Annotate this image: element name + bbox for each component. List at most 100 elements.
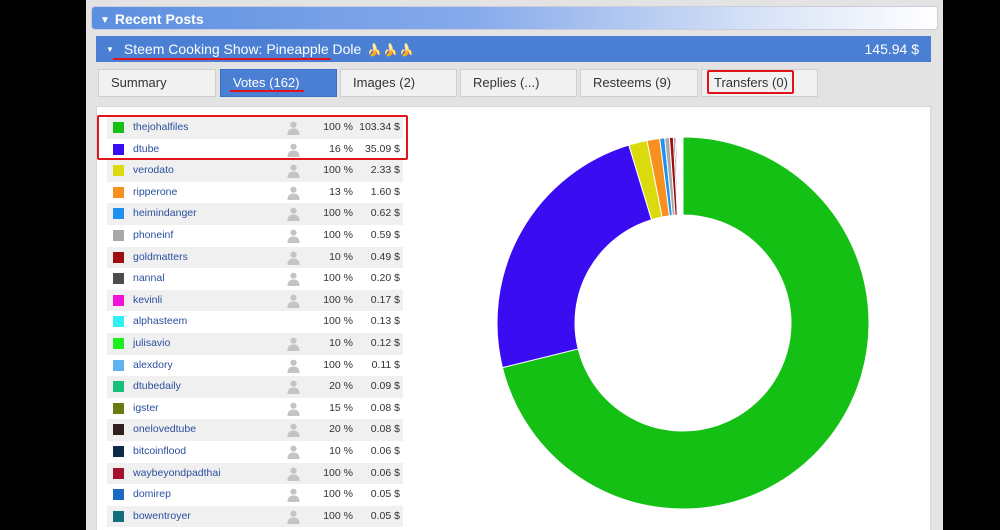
voter-name-link[interactable]: goldmatters [133,247,188,269]
voter-name-link[interactable]: alphasteem [133,311,187,333]
voter-name-link[interactable]: bitcoinflood [133,441,186,463]
vote-value: 0.59 $ [370,228,400,241]
donut-slice-dtube[interactable] [496,144,653,369]
avatar-icon[interactable] [286,271,301,287]
avatar-icon[interactable] [286,336,301,351]
avatar-icon[interactable] [286,358,301,373]
color-swatch [113,208,124,220]
vote-value: 0.05 $ [370,488,400,501]
avatar-icon[interactable] [286,466,301,481]
vote-percent: 10 % [329,250,353,263]
vote-percent: 10 % [329,336,353,349]
voter-row: dtubedaily 20 % 0.09 $ [107,376,403,398]
vote-value: 0.09 $ [370,380,400,393]
vote-percent: 100 % [323,358,353,371]
vote-value: 0.13 $ [370,315,400,328]
voter-row: alphasteem 100 % 0.13 $ [107,311,403,333]
vote-percent: 100 % [323,228,353,241]
avatar-icon[interactable] [286,163,301,179]
voter-row: onelovedtube 20 % 0.08 $ [107,419,403,441]
vote-percent: 10 % [329,444,353,457]
voter-name-link[interactable]: bowentroyer [133,506,191,528]
vote-value: 0.62 $ [370,207,400,220]
vote-percent: 20 % [329,423,353,436]
voter-row: alexdory 100 % 0.11 $ [107,355,403,377]
voter-row: igster 15 % 0.08 $ [107,398,403,420]
color-swatch [113,381,124,393]
color-swatch [113,186,124,198]
voter-name-link[interactable]: waybeyondpadthai [133,463,221,485]
post-title[interactable]: Steem Cooking Show: Pineapple Dole [124,41,361,57]
avatar-icon[interactable] [286,250,301,265]
vote-percent: 100 % [323,272,353,285]
voter-row: domirep 100 % 0.05 $ [107,484,403,506]
voter-row: nannal 100 % 0.20 $ [107,268,403,290]
tab-images[interactable]: Images (2) [340,69,457,97]
annotation-box-transfers [707,70,794,94]
voter-name-link[interactable]: domirep [133,484,171,506]
color-swatch [113,424,124,436]
voter-row: julisavio 10 % 0.12 $ [107,332,403,355]
avatar-icon[interactable] [286,444,301,459]
tab-summary[interactable]: Summary [98,69,216,97]
voter-name-link[interactable]: phoneinf [133,225,173,247]
avatar-icon[interactable] [286,401,301,416]
voter-name-link[interactable]: igster [133,398,159,420]
vote-value: 0.11 $ [371,358,400,371]
avatar-icon[interactable] [286,228,301,243]
color-swatch [113,510,124,522]
tab-resteems[interactable]: Resteems (9) [580,69,698,97]
recent-posts-header[interactable]: ▼ Recent Posts [91,6,938,30]
voter-name-link[interactable]: heimindanger [133,203,197,225]
votes-panel: thejohalfiles 100 % 103.34 $ dtube 16 % 35.09… [96,106,931,530]
avatar-icon[interactable] [286,422,301,438]
tab-votes[interactable]: Votes (162) [220,69,337,97]
avatar-icon[interactable] [286,185,301,200]
voter-name-link[interactable]: dtubedaily [133,376,181,398]
post-payout-amount: 145.94 $ [864,41,920,57]
voter-table: thejohalfiles 100 % 103.34 $ dtube 16 % 35.09… [107,117,403,528]
voter-row: goldmatters 10 % 0.49 $ [107,246,403,269]
avatar-icon[interactable] [286,293,301,308]
vote-value: 0.17 $ [370,293,400,306]
vote-percent: 100 % [323,164,353,177]
voter-name-link[interactable]: onelovedtube [133,419,196,441]
voter-row: kevinli 100 % 0.17 $ [107,289,403,312]
votes-donut-chart [496,136,870,510]
color-swatch [113,251,124,263]
color-swatch [113,294,124,306]
avatar-icon[interactable] [286,379,301,395]
voter-name-link[interactable]: verodato [133,160,174,182]
annotation-underline-title [113,58,331,60]
voter-name-link[interactable]: julisavio [133,333,170,355]
voter-row: bitcoinflood 10 % 0.06 $ [107,441,403,463]
voter-row: bowentroyer 100 % 0.05 $ [107,505,403,528]
annotation-box-top-voters [97,115,408,160]
voter-name-link[interactable]: ripperone [133,182,177,204]
voter-row: waybeyondpadthai 100 % 0.06 $ [107,462,403,485]
tab-replies[interactable]: Replies (...) [460,69,577,97]
color-swatch [113,402,124,414]
recent-posts-app: ▼ Recent Posts ▼ Steem Cooking Show: Pinea… [86,0,943,530]
avatar-icon[interactable] [286,509,301,524]
color-swatch [113,467,124,479]
avatar-icon[interactable] [286,206,301,222]
color-swatch [113,337,124,349]
section-title: Recent Posts [114,11,204,27]
vote-value: 0.12 $ [370,336,400,349]
voter-name-link[interactable]: nannal [133,268,165,290]
vote-percent: 100 % [323,315,353,328]
vote-percent: 15 % [329,401,353,414]
voter-name-link[interactable]: kevinli [133,290,162,312]
vote-value: 1.60 $ [370,185,400,198]
vote-percent: 100 % [323,293,353,306]
voter-name-link[interactable]: alexdory [133,355,173,377]
vote-value: 0.08 $ [370,401,400,414]
banana-icons: 🍌🍌🍌 [367,43,416,57]
vote-percent: 100 % [323,488,353,501]
color-swatch [113,316,124,328]
avatar-icon[interactable] [286,487,301,503]
color-swatch [113,489,124,501]
vote-percent: 100 % [323,509,353,522]
collapse-triangle-icon[interactable]: ▼ [100,9,110,33]
